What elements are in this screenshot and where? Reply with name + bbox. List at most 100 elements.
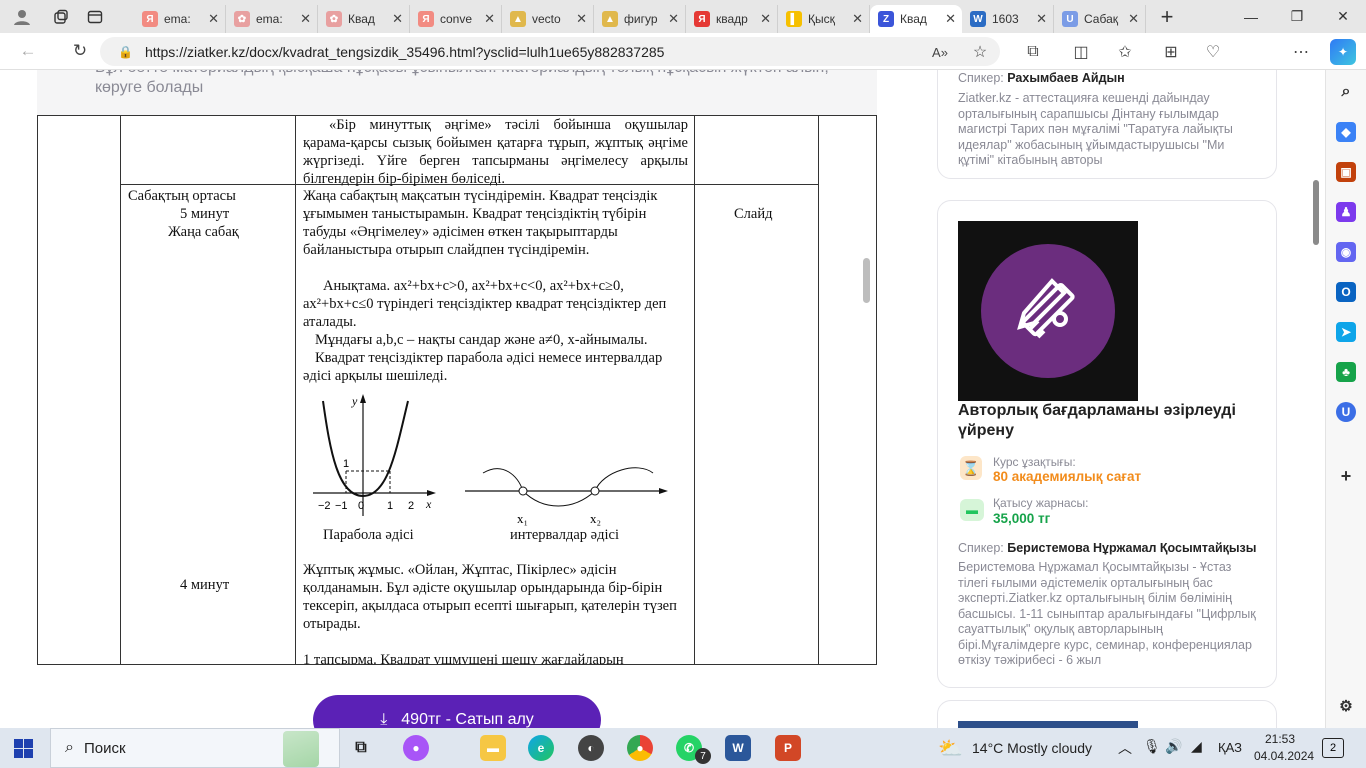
- new-tab-button[interactable]: +: [1150, 0, 1184, 33]
- clock-time[interactable]: 21:53: [1265, 732, 1295, 746]
- url-text: https://ziatker.kz/docx/kvadrat_tengsizd…: [144, 43, 665, 60]
- tab-1[interactable]: ✿ ema: ✕: [226, 5, 318, 33]
- tab-close-icon[interactable]: ✕: [852, 11, 863, 27]
- favorites-icon[interactable]: ✩: [1112, 39, 1138, 65]
- settings-icon[interactable]: ⚙: [1336, 696, 1356, 716]
- tab-close-icon[interactable]: ✕: [945, 11, 956, 27]
- extensions-icon[interactable]: ⧉: [1020, 39, 1046, 65]
- office-icon[interactable]: ◉: [1336, 242, 1356, 262]
- start-button[interactable]: [14, 739, 33, 763]
- browser-essentials-icon[interactable]: ♡: [1200, 39, 1226, 65]
- tick-two-x: 2: [408, 500, 414, 512]
- tab-favicon: W: [970, 11, 986, 27]
- volume-icon[interactable]: 🔊: [1165, 738, 1182, 755]
- chrome-icon[interactable]: ●: [627, 735, 653, 761]
- more-menu-icon[interactable]: ⋯: [1288, 39, 1314, 65]
- tab-label: ema:: [164, 12, 191, 26]
- tab-3[interactable]: Яconve ✕: [410, 5, 502, 33]
- address-bar-row: ← ↻ 🔒 https://ziatker.kz/docx/kvadrat_te…: [0, 33, 1366, 70]
- collections-icon[interactable]: ⊞: [1158, 39, 1184, 65]
- yandex-browser-icon[interactable]: ◐: [578, 735, 604, 761]
- document-scrollbar[interactable]: [863, 258, 870, 303]
- duration-value: 80 академиялық сағат: [993, 469, 1142, 484]
- tab-0[interactable]: Яema: ✕: [134, 5, 226, 33]
- tick-minus-one: −1: [335, 500, 348, 512]
- root-x2: x₂: [590, 511, 601, 526]
- speaker-card-1: Спикер: Рахымбаев Айдын Ziatker.kz - атт…: [937, 70, 1277, 179]
- task-view-icon[interactable]: ⧉: [348, 735, 374, 761]
- add-sidebar-icon[interactable]: +: [1336, 466, 1356, 486]
- tab-close-icon[interactable]: ✕: [576, 11, 587, 27]
- tab-9[interactable]: W 1603 ✕: [962, 5, 1054, 33]
- mic-icon[interactable]: 🎙: [1143, 738, 1161, 755]
- tab-8[interactable]: Z Квад ✕: [870, 5, 962, 33]
- tab-close-icon[interactable]: ✕: [484, 11, 495, 27]
- tab-7[interactable]: ▌ Қысқ ✕: [778, 5, 870, 33]
- fee-label: Қатысу жарнасы:: [993, 496, 1089, 510]
- read-aloud-icon[interactable]: A»: [927, 39, 953, 65]
- word-icon[interactable]: W: [725, 735, 751, 761]
- url-field[interactable]: 🔒 https://ziatker.kz/docx/kvadrat_tengsi…: [100, 37, 1000, 66]
- copilot-icon[interactable]: ✦: [1330, 39, 1356, 65]
- notification-icon[interactable]: 2: [1322, 738, 1344, 758]
- shopping-icon[interactable]: ◆: [1336, 122, 1356, 142]
- language-indicator[interactable]: ҚАЗ: [1218, 740, 1242, 755]
- tab-close-icon[interactable]: ✕: [300, 11, 311, 27]
- tab-actions-icon[interactable]: [78, 0, 112, 33]
- tab-close-icon[interactable]: ✕: [208, 11, 219, 27]
- next-card[interactable]: [937, 700, 1277, 728]
- tab-favicon: ✿: [326, 11, 342, 27]
- outlook-icon[interactable]: O: [1336, 282, 1356, 302]
- back-button[interactable]: ←: [10, 33, 46, 69]
- windows-taskbar: ⌕ Поиск ⧉ ● ▬ e ◐ ● ✆ 7 W P ⛅ 14°C Mostl…: [0, 728, 1366, 768]
- minimize-button[interactable]: —: [1228, 0, 1274, 33]
- refresh-button[interactable]: ↻: [62, 33, 98, 69]
- course-image: [958, 221, 1138, 401]
- speaker-2-desc: Беристемова Нұржамал Қосымтайқызы - Ұста…: [958, 560, 1256, 667]
- stage-name: Жаңа сабақ: [168, 224, 239, 240]
- clock-date[interactable]: 04.04.2024: [1254, 749, 1314, 763]
- tools-icon[interactable]: ▣: [1336, 162, 1356, 182]
- taskbar-search[interactable]: ⌕ Поиск: [50, 728, 340, 768]
- tab-5[interactable]: ▲ фигур ✕: [594, 5, 686, 33]
- course-title[interactable]: Авторлық бағдарламаны әзірлеуді үйрену: [958, 401, 1258, 441]
- buy-button[interactable]: ⤓ 490тг - Сатып алу: [313, 695, 601, 728]
- games-icon[interactable]: ♟: [1336, 202, 1356, 222]
- tab-close-icon[interactable]: ✕: [1036, 11, 1047, 27]
- tab-2[interactable]: ✿ Квад ✕: [318, 5, 410, 33]
- restore-button[interactable]: ❐: [1274, 0, 1320, 33]
- parabola-graph: y x 1 0 −2 −1 1 2: [313, 394, 436, 516]
- workspaces-icon[interactable]: [44, 0, 78, 33]
- send-icon[interactable]: ➤: [1336, 322, 1356, 342]
- tab-close-icon[interactable]: ✕: [668, 11, 679, 27]
- powerpoint-icon[interactable]: P: [775, 735, 801, 761]
- course-card[interactable]: Авторлық бағдарламаны әзірлеуді үйрену ⌛…: [937, 200, 1277, 688]
- tab-6[interactable]: Яквадр ✕: [686, 5, 778, 33]
- top-row-text: «Бір минуттық әңгіме» тәсілі бойынша оқу…: [303, 117, 688, 187]
- favorite-star-icon[interactable]: ☆: [967, 39, 993, 65]
- minutes-pair-work: 4 минут: [180, 577, 230, 593]
- edge-sidebar: ⌕ ◆ ▣ ♟ ◉ O ➤ ♣ U + ⚙: [1325, 70, 1366, 728]
- profile-icon[interactable]: [0, 0, 44, 33]
- tray-chevron-icon[interactable]: ︿: [1118, 738, 1132, 758]
- paragraph-definition: Анықтама. ax²+bx+c>0, ax²+bx+c<0, ax²+bx…: [303, 278, 667, 330]
- tab-10[interactable]: U Сабақ ✕: [1054, 5, 1146, 33]
- tab-close-icon[interactable]: ✕: [760, 11, 771, 27]
- tab-4[interactable]: ▲ vecto ✕: [502, 5, 594, 33]
- edge-icon[interactable]: e: [528, 735, 554, 761]
- tab-close-icon[interactable]: ✕: [1128, 11, 1139, 27]
- split-screen-icon[interactable]: ◫: [1068, 39, 1094, 65]
- close-window-button[interactable]: ✕: [1320, 0, 1366, 33]
- weather-text[interactable]: 14°C Mostly cloudy: [972, 740, 1092, 756]
- tree-icon[interactable]: ♣: [1336, 362, 1356, 382]
- user-extension-icon[interactable]: U: [1336, 402, 1356, 422]
- tab-label: ema:: [256, 12, 283, 26]
- page-scrollbar[interactable]: [1313, 180, 1319, 245]
- alice-icon[interactable]: ●: [403, 735, 429, 761]
- tab-close-icon[interactable]: ✕: [392, 11, 403, 27]
- file-explorer-icon[interactable]: ▬: [480, 735, 506, 761]
- search-icon[interactable]: ⌕: [1336, 82, 1356, 102]
- search-label: Поиск: [83, 739, 126, 757]
- paragraph-pair-work: Жұптық жұмыс. «Ойлан, Жұптас, Пікірлес» …: [303, 562, 677, 632]
- network-icon[interactable]: ◢: [1191, 738, 1202, 755]
